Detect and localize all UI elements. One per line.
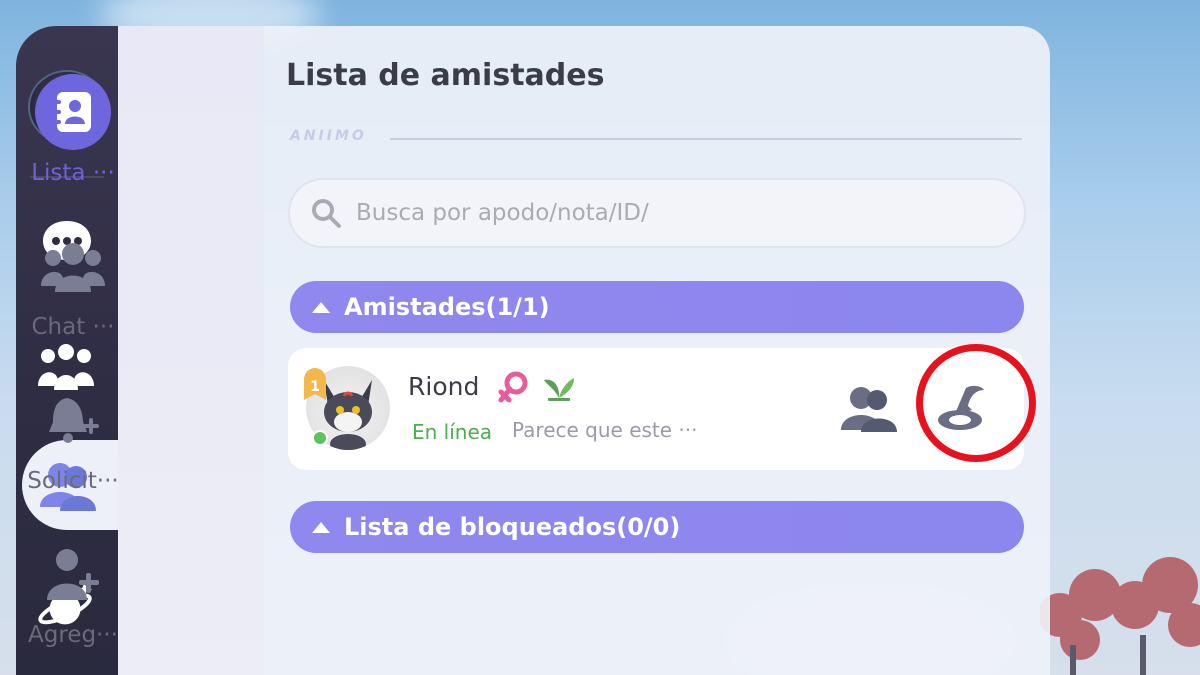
rank-badge-icon: 1	[304, 368, 326, 400]
trees-decoration	[1040, 557, 1200, 675]
friend-name: Riond	[408, 372, 480, 401]
rank-number: 1	[310, 379, 320, 395]
add-person-icon	[47, 549, 99, 600]
subnav-label: Solicit···	[27, 468, 119, 494]
collapse-arrow-icon	[312, 522, 330, 533]
subnav-icon-wrap	[33, 380, 113, 460]
group-invite-icon	[841, 387, 897, 432]
people-icon	[41, 243, 105, 292]
sprout-icon	[544, 378, 574, 401]
search-input[interactable]	[356, 200, 996, 226]
subnav-icon-wrap	[33, 534, 113, 614]
search-bar[interactable]	[288, 178, 1026, 248]
friend-list-item[interactable]: 1 Riond En línea Parece que este ···	[288, 348, 1024, 470]
bell-plus-icon	[49, 398, 99, 443]
online-status: En línea	[412, 420, 493, 444]
group-label: Amistades(1/1)	[344, 293, 550, 321]
brand-tag: ANIIMO	[290, 128, 367, 144]
online-indicator	[312, 430, 328, 446]
subnav-label: Lista ···	[31, 160, 115, 186]
subnav-item-chat[interactable]: Chat ···	[0, 226, 146, 340]
female-icon	[498, 371, 528, 403]
group-blocked-header[interactable]: Lista de bloqueados(0/0)	[290, 501, 1024, 553]
search-icon	[312, 199, 341, 228]
page-title: Lista de amistades	[286, 58, 605, 93]
highlight-annotation	[916, 344, 1036, 462]
collapse-arrow-icon	[312, 302, 330, 313]
subnav-label: Agreg···	[28, 622, 118, 648]
contact-card-icon	[35, 74, 111, 150]
title-divider	[390, 138, 1022, 140]
friend-note: Parece que este ···	[512, 418, 698, 442]
subnav-item-add[interactable]: Agreg···	[0, 534, 146, 648]
subnav-icon-wrap	[33, 226, 113, 306]
subnav-item-requests[interactable]: Solicit···	[0, 380, 146, 494]
group-label: Lista de bloqueados(0/0)	[344, 513, 681, 541]
subnav-icon-wrap	[33, 72, 113, 152]
group-friends-header[interactable]: Amistades(1/1)	[290, 281, 1024, 333]
subnav-item-list[interactable]: Lista ···	[0, 72, 146, 186]
subnav-label: Chat ···	[31, 314, 115, 340]
invite-to-group-button[interactable]	[838, 376, 902, 440]
